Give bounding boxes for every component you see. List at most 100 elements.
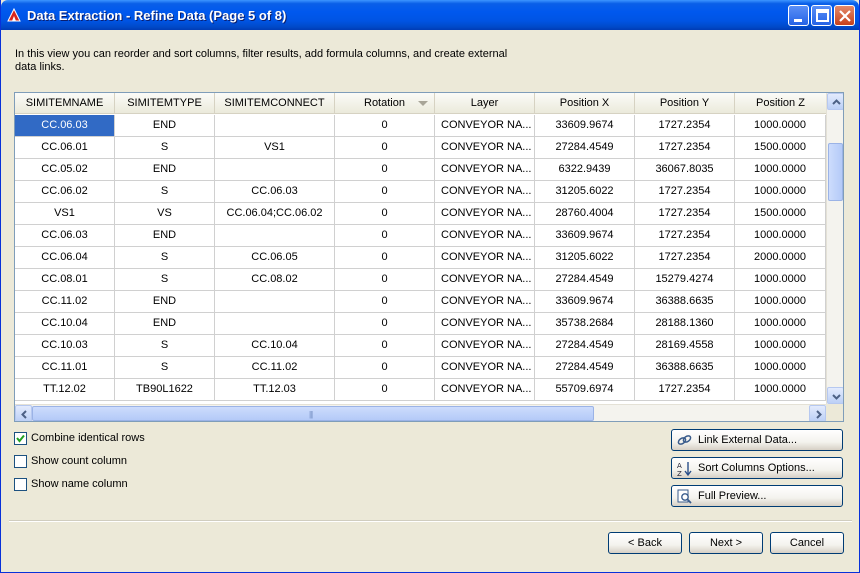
cell-simitemconnect[interactable]: CC.10.04: [215, 335, 335, 357]
cell-rotation[interactable]: 0: [335, 247, 435, 269]
cell-simitemname[interactable]: CC.11.01: [15, 357, 115, 379]
cell-simitemconnect[interactable]: VS1: [215, 137, 335, 159]
cell-rotation[interactable]: 0: [335, 159, 435, 181]
cell-rotation[interactable]: 0: [335, 137, 435, 159]
cell-position-z[interactable]: 2000.0000: [735, 247, 826, 269]
cell-position-x[interactable]: 27284.4549: [535, 357, 635, 379]
cell-simitemtype[interactable]: END: [115, 313, 215, 335]
back-button[interactable]: < Back: [608, 532, 682, 554]
cell-position-z[interactable]: 1500.0000: [735, 203, 826, 225]
cell-position-y[interactable]: 15279.4274: [635, 269, 735, 291]
cell-simitemname[interactable]: CC.06.03: [15, 115, 115, 137]
cell-layer[interactable]: CONVEYOR NA...: [435, 225, 535, 247]
cell-simitemtype[interactable]: S: [115, 269, 215, 291]
table-row[interactable]: CC.11.02 END 0 CONVEYOR NA... 33609.9674 3638…: [15, 291, 826, 313]
cell-simitemtype[interactable]: TB90L1622: [115, 379, 215, 401]
cell-simitemtype[interactable]: END: [115, 225, 215, 247]
column-header-simitemname[interactable]: SIMITEMNAME: [15, 93, 115, 114]
scroll-down-button[interactable]: [827, 387, 843, 404]
cell-layer[interactable]: CONVEYOR NA...: [435, 181, 535, 203]
cell-layer[interactable]: CONVEYOR NA...: [435, 203, 535, 225]
cell-position-z[interactable]: 1000.0000: [735, 313, 826, 335]
cell-position-x[interactable]: 55709.6974: [535, 379, 635, 401]
cell-rotation[interactable]: 0: [335, 203, 435, 225]
cell-simitemtype[interactable]: END: [115, 159, 215, 181]
cell-position-z[interactable]: 1000.0000: [735, 225, 826, 247]
column-header-layer[interactable]: Layer: [435, 93, 535, 114]
column-header-rotation[interactable]: Rotation: [335, 93, 435, 114]
cell-position-z[interactable]: 1000.0000: [735, 335, 826, 357]
cell-simitemname[interactable]: CC.06.01: [15, 137, 115, 159]
cell-layer[interactable]: CONVEYOR NA...: [435, 159, 535, 181]
column-header-position-z[interactable]: Position Z: [735, 93, 826, 114]
cell-position-x[interactable]: 33609.9674: [535, 225, 635, 247]
cell-position-x[interactable]: 33609.9674: [535, 115, 635, 137]
cell-simitemname[interactable]: CC.05.02: [15, 159, 115, 181]
cell-layer[interactable]: CONVEYOR NA...: [435, 335, 535, 357]
column-header-simitemtype[interactable]: SIMITEMTYPE: [115, 93, 215, 114]
cell-position-x[interactable]: 35738.2684: [535, 313, 635, 335]
cell-simitemtype[interactable]: END: [115, 291, 215, 313]
cell-layer[interactable]: CONVEYOR NA...: [435, 291, 535, 313]
vertical-scroll-thumb[interactable]: [828, 143, 843, 201]
cell-position-x[interactable]: 6322.9439: [535, 159, 635, 181]
cell-simitemconnect[interactable]: [215, 291, 335, 313]
cell-position-y[interactable]: 28188.1360: [635, 313, 735, 335]
cell-simitemname[interactable]: TT.12.02: [15, 379, 115, 401]
cell-position-y[interactable]: 1727.2354: [635, 225, 735, 247]
cell-simitemconnect[interactable]: [215, 313, 335, 335]
full-preview-button[interactable]: Full Preview...: [671, 485, 843, 507]
combine-identical-rows-checkbox[interactable]: [14, 432, 27, 445]
title-bar[interactable]: Data Extraction - Refine Data (Page 5 of…: [1, 0, 859, 30]
cell-rotation[interactable]: 0: [335, 291, 435, 313]
vertical-scrollbar[interactable]: [826, 93, 843, 404]
table-row[interactable]: VS1 VS CC.06.04;CC.06.02 0 CONVEYOR NA... 287…: [15, 203, 826, 225]
scroll-up-button[interactable]: [827, 93, 843, 110]
cell-position-z[interactable]: 1500.0000: [735, 137, 826, 159]
cell-simitemconnect[interactable]: CC.06.05: [215, 247, 335, 269]
cell-rotation[interactable]: 0: [335, 115, 435, 137]
cell-position-z[interactable]: 1000.0000: [735, 269, 826, 291]
cell-simitemname[interactable]: CC.06.02: [15, 181, 115, 203]
cell-position-y[interactable]: 1727.2354: [635, 203, 735, 225]
cell-rotation[interactable]: 0: [335, 335, 435, 357]
column-header-simitemconnect[interactable]: SIMITEMCONNECT: [215, 93, 335, 114]
cell-position-y[interactable]: 1727.2354: [635, 247, 735, 269]
cell-layer[interactable]: CONVEYOR NA...: [435, 313, 535, 335]
cell-layer[interactable]: CONVEYOR NA...: [435, 247, 535, 269]
cell-simitemtype[interactable]: VS: [115, 203, 215, 225]
table-row[interactable]: CC.06.02 S CC.06.03 0 CONVEYOR NA... 31205.60…: [15, 181, 826, 203]
cell-position-x[interactable]: 31205.6022: [535, 247, 635, 269]
cell-simitemname[interactable]: VS1: [15, 203, 115, 225]
cell-layer[interactable]: CONVEYOR NA...: [435, 137, 535, 159]
horizontal-scrollbar[interactable]: |||: [15, 404, 826, 421]
cell-rotation[interactable]: 0: [335, 269, 435, 291]
cell-position-x[interactable]: 27284.4549: [535, 335, 635, 357]
cell-position-y[interactable]: 1727.2354: [635, 115, 735, 137]
cell-simitemconnect[interactable]: [215, 159, 335, 181]
cell-position-z[interactable]: 1000.0000: [735, 379, 826, 401]
horizontal-scroll-thumb[interactable]: |||: [32, 406, 594, 421]
cell-simitemname[interactable]: CC.10.03: [15, 335, 115, 357]
cell-simitemconnect[interactable]: CC.11.02: [215, 357, 335, 379]
sort-columns-options-button[interactable]: A Z Sort Columns Options...: [671, 457, 843, 479]
table-row[interactable]: CC.06.03 END 0 CONVEYOR NA... 33609.9674 1727…: [15, 115, 826, 137]
cell-simitemname[interactable]: CC.06.03: [15, 225, 115, 247]
cell-position-y[interactable]: 36388.6635: [635, 291, 735, 313]
cell-simitemconnect[interactable]: [215, 115, 335, 137]
cell-layer[interactable]: CONVEYOR NA...: [435, 115, 535, 137]
cell-position-y[interactable]: 28169.4558: [635, 335, 735, 357]
cell-simitemtype[interactable]: END: [115, 115, 215, 137]
cell-simitemname[interactable]: CC.11.02: [15, 291, 115, 313]
cell-position-z[interactable]: 1000.0000: [735, 357, 826, 379]
next-button[interactable]: Next >: [689, 532, 763, 554]
close-button[interactable]: [834, 5, 855, 26]
cell-simitemname[interactable]: CC.06.04: [15, 247, 115, 269]
cell-simitemconnect[interactable]: TT.12.03: [215, 379, 335, 401]
table-row[interactable]: CC.06.03 END 0 CONVEYOR NA... 33609.9674 1727…: [15, 225, 826, 247]
table-row[interactable]: CC.05.02 END 0 CONVEYOR NA... 6322.9439 36067…: [15, 159, 826, 181]
cell-position-y[interactable]: 36067.8035: [635, 159, 735, 181]
cell-position-x[interactable]: 31205.6022: [535, 181, 635, 203]
minimize-button[interactable]: [788, 5, 809, 26]
cell-simitemconnect[interactable]: CC.06.03: [215, 181, 335, 203]
